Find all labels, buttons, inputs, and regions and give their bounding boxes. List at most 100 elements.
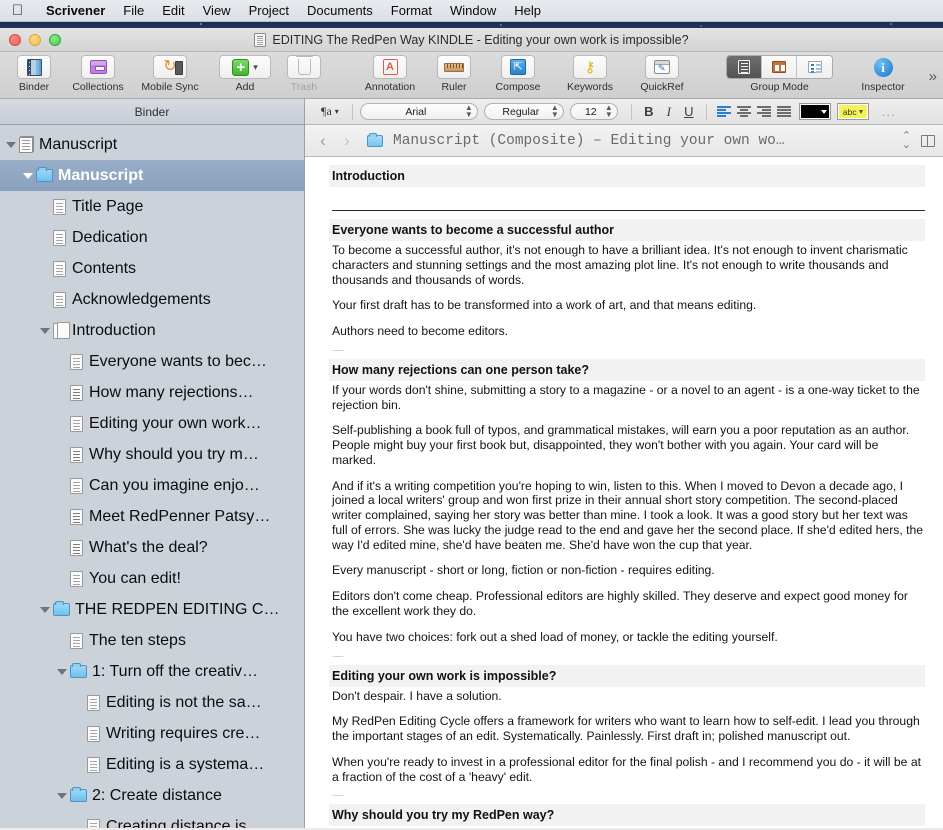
group-mode-corkboard-view[interactable] [762, 56, 797, 78]
menu-item-documents[interactable]: Documents [298, 3, 382, 18]
toolbar-button-binder[interactable]: Binder [6, 55, 62, 93]
document-content[interactable]: Introduction Everyone wants to become a s… [305, 157, 943, 827]
binder-row[interactable]: Creating distance is… [0, 811, 304, 828]
font-family-select[interactable]: Arial ▲ ▼ [359, 103, 478, 120]
binder-row[interactable]: Dedication [0, 222, 304, 253]
binder-row-label: The ten steps [89, 631, 186, 649]
align-center-button[interactable] [734, 103, 754, 121]
menu-item-file[interactable]: File [114, 3, 153, 18]
text-color-swatch[interactable] [798, 103, 831, 120]
document-separator-light [332, 655, 344, 657]
document-separator-light [332, 795, 344, 797]
binder-row[interactable]: Acknowledgements [0, 284, 304, 315]
toolbar-button-trash[interactable]: Trash [276, 55, 332, 93]
italic-button[interactable]: I [659, 103, 679, 121]
disclosure-triangle-icon[interactable] [40, 327, 50, 334]
binder-row[interactable]: Can you imagine enjo… [0, 470, 304, 501]
split-editor-icon[interactable] [921, 134, 935, 147]
group-mode-document-view[interactable] [727, 56, 762, 78]
binder-header: Binder [0, 99, 305, 125]
highlight-color-swatch[interactable]: abc [836, 103, 869, 120]
binder-row-label: Meet RedPenner Patsy… [89, 507, 271, 525]
binder-row-label: Title Page [72, 197, 144, 215]
document-lines-icon [70, 384, 83, 401]
document-icon [87, 725, 100, 742]
binder-row[interactable]: 1: Turn off the creativ… [0, 656, 304, 687]
binder-row[interactable]: Writing requires cre… [0, 718, 304, 749]
font-size-select[interactable]: 12 ▲ ▼ [569, 103, 618, 120]
editor-back-button[interactable]: ‹ [313, 131, 333, 151]
document-scroll-area[interactable]: Introduction Everyone wants to become a s… [305, 157, 943, 828]
binder-row[interactable]: Everyone wants to bec… [0, 346, 304, 377]
close-button[interactable] [9, 33, 21, 46]
editor-nav-stepper[interactable]: ⌃ ⌄ [902, 130, 911, 150]
document-lines-icon [70, 539, 83, 556]
apple-logo-icon[interactable]:  [10, 2, 25, 19]
paragraph-style-menu[interactable]: ¶a ▾ [315, 104, 345, 119]
binder-row[interactable]: You can edit! [0, 563, 304, 594]
disclosure-triangle-icon[interactable] [6, 141, 16, 148]
disclosure-triangle-icon[interactable] [40, 606, 50, 613]
binder-row[interactable]: Editing your own work… [0, 408, 304, 439]
toolbar-label-inspector: Inspector [861, 81, 905, 93]
editor-path-title[interactable]: Manuscript (Composite) – Editing your ow… [393, 133, 898, 149]
chevron-down-icon[interactable]: ▾ [253, 62, 258, 73]
binder-row[interactable]: The ten steps [0, 625, 304, 656]
binder-row[interactable]: THE REDPEN EDITING C… [0, 594, 304, 625]
menu-item-window[interactable]: Window [441, 3, 505, 18]
align-left-button[interactable] [714, 103, 734, 121]
toolbar-button-inspector[interactable]: i Inspector [847, 55, 919, 93]
align-justify-button[interactable] [774, 103, 794, 121]
binder-row-label: Why should you try m… [89, 445, 259, 463]
menu-item-view[interactable]: View [194, 3, 240, 18]
window-title-container: EDITING The RedPen Way KINDLE - Editing … [0, 28, 943, 52]
toolbar-button-collections[interactable]: Collections [62, 55, 134, 93]
binder-row[interactable]: Editing is a systema… [0, 749, 304, 780]
zoom-button[interactable] [49, 33, 61, 46]
binder-row[interactable]: Manuscript [0, 129, 304, 160]
underline-button[interactable]: U [679, 103, 699, 121]
toolbar-button-quickref[interactable]: QuickRef [626, 55, 698, 93]
menu-item-help[interactable]: Help [505, 3, 550, 18]
binder-row[interactable]: Contents [0, 253, 304, 284]
toolbar-button-add[interactable]: + ▾ Add [214, 55, 276, 93]
align-right-button[interactable] [754, 103, 774, 121]
disclosure-triangle-icon[interactable] [23, 172, 33, 179]
binder-row[interactable]: 2: Create distance [0, 780, 304, 811]
toolbar-button-keywords[interactable]: ⚷ Keywords [554, 55, 626, 93]
folder-icon [53, 601, 70, 616]
chevron-down-icon [858, 109, 863, 114]
binder-row[interactable]: How many rejections… [0, 377, 304, 408]
binder-row[interactable]: What's the deal? [0, 532, 304, 563]
group-mode-outline-view[interactable] [797, 56, 832, 78]
document-section-heading: Why should you try my RedPen way? [329, 804, 925, 827]
menu-item-scrivener[interactable]: Scrivener [37, 3, 114, 18]
toolbar-button-mobile-sync[interactable]: ↻ Mobile Sync [134, 55, 206, 93]
binder-row[interactable]: Meet RedPenner Patsy… [0, 501, 304, 532]
outline-view-icon [807, 61, 822, 73]
binder-row[interactable]: Why should you try m… [0, 439, 304, 470]
bold-button[interactable]: B [639, 103, 659, 121]
editor-forward-button[interactable]: › [337, 131, 357, 151]
toolbar-button-compose[interactable]: ⇱ Compose [482, 55, 554, 93]
menu-item-format[interactable]: Format [382, 3, 441, 18]
toolbar-button-ruler[interactable]: Ruler [426, 55, 482, 93]
disclosure-triangle-icon[interactable] [57, 668, 67, 675]
toolbar-label-mobile-sync: Mobile Sync [141, 81, 199, 93]
font-style-select[interactable]: Regular ▲ ▼ [483, 103, 564, 120]
toolbar-overflow-button[interactable]: » [929, 68, 937, 85]
menu-item-edit[interactable]: Edit [153, 3, 193, 18]
document-icon [70, 570, 83, 587]
binder-row[interactable]: Title Page [0, 191, 304, 222]
format-bar-more-button[interactable]: ... [882, 104, 896, 119]
disclosure-triangle-icon[interactable] [57, 792, 67, 799]
document-spacer [329, 189, 925, 201]
menu-item-project[interactable]: Project [240, 3, 298, 18]
toolbar-button-annotation[interactable]: A Annotation [354, 55, 426, 93]
document-separator-light [332, 349, 344, 351]
binder-row[interactable]: Introduction [0, 315, 304, 346]
binder-sidebar[interactable]: Manuscript Manuscript Title Page Dedication… [0, 125, 305, 828]
binder-row[interactable]: Manuscript [0, 160, 304, 191]
binder-row[interactable]: Editing is not the sa… [0, 687, 304, 718]
minimize-button[interactable] [29, 33, 41, 46]
